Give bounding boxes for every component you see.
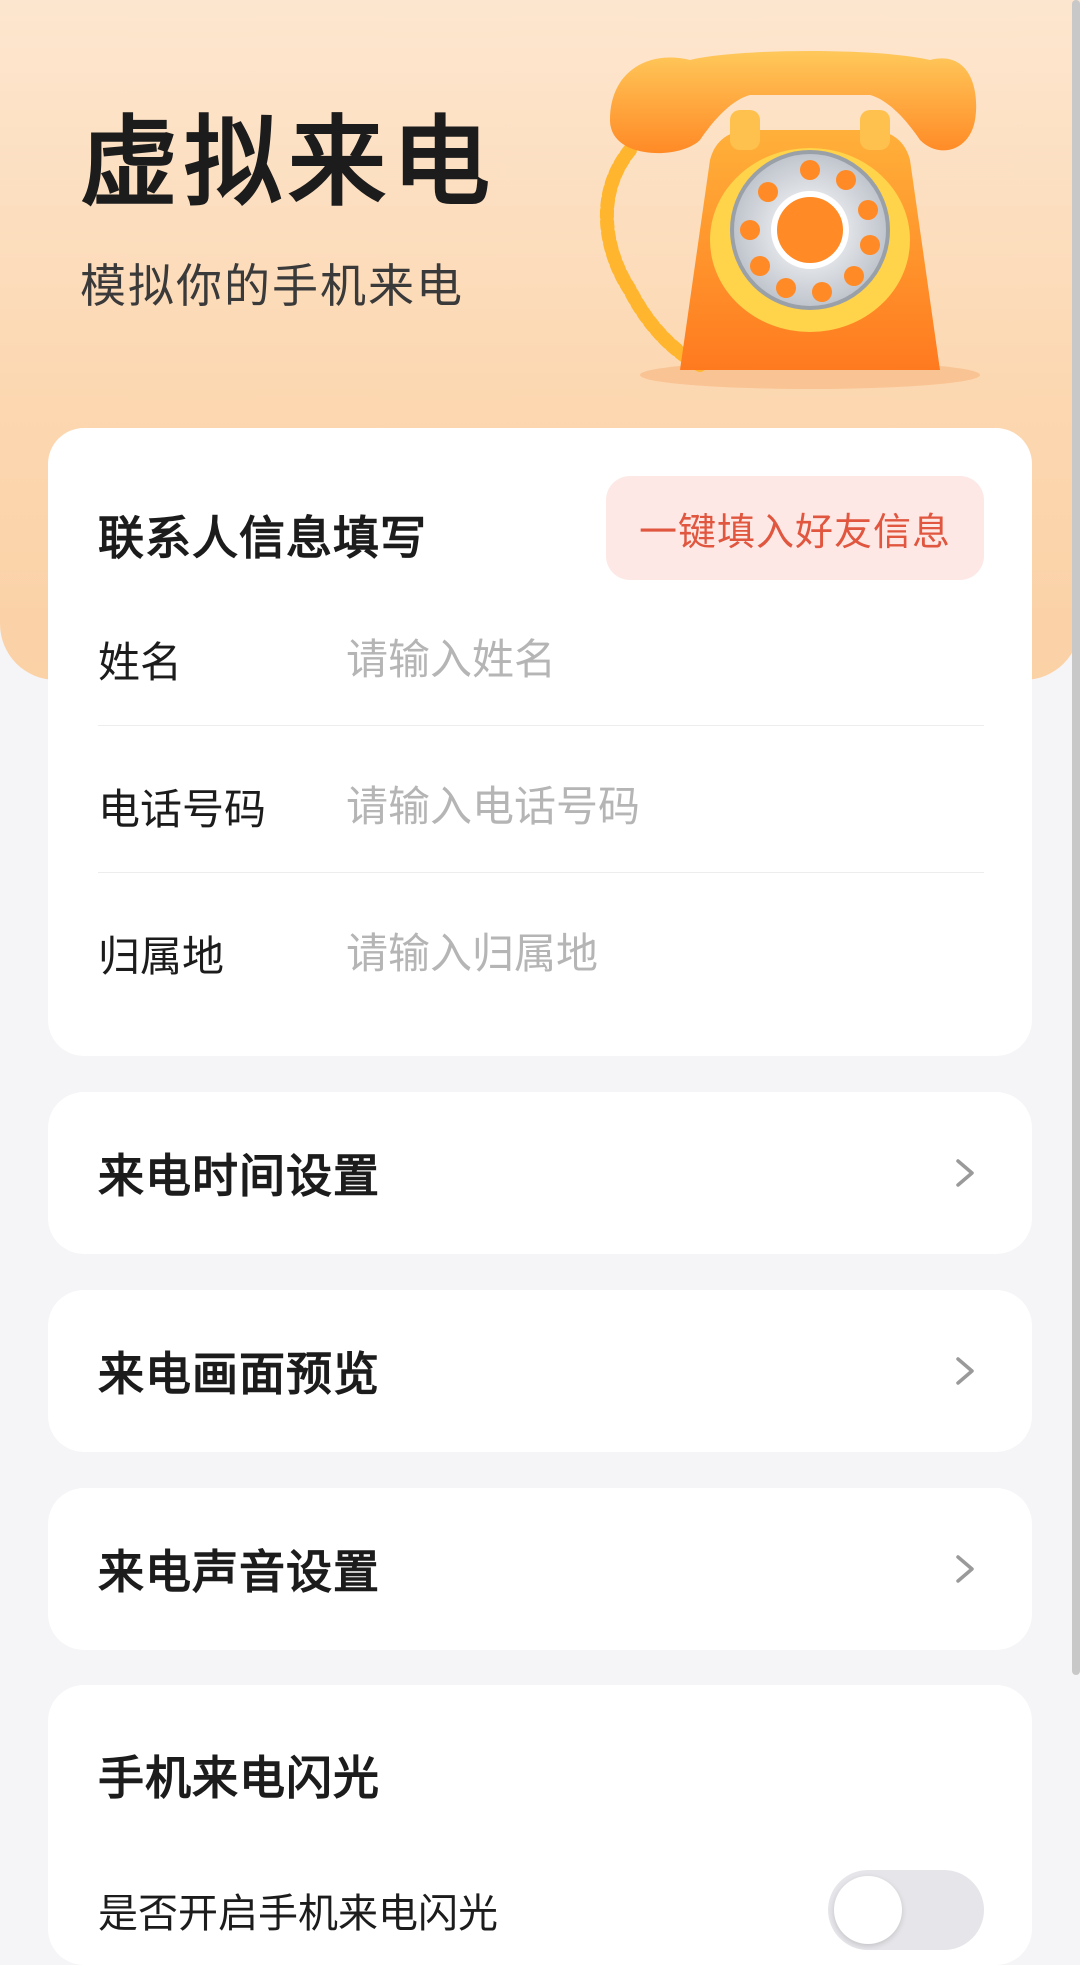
chevron-right-icon xyxy=(956,1159,974,1187)
call-screen-preview[interactable]: 来电画面预览 xyxy=(48,1290,1032,1452)
phone-row: 电话号码 xyxy=(98,733,984,879)
page-title: 虚拟来电 xyxy=(80,106,497,220)
call-time-settings[interactable]: 来电时间设置 xyxy=(48,1092,1032,1254)
phone-input[interactable] xyxy=(346,781,984,831)
call-flash-label: 是否开启手机来电闪光 xyxy=(98,1891,498,1937)
location-row: 归属地 xyxy=(98,880,984,1026)
fill-friend-info-button[interactable]: 一键填入好友信息 xyxy=(606,476,984,580)
location-label: 归属地 xyxy=(98,931,225,981)
name-label: 姓名 xyxy=(98,637,183,687)
contact-info-title: 联系人信息填写 xyxy=(98,511,427,565)
chevron-right-icon xyxy=(956,1357,974,1385)
phone-label: 电话号码 xyxy=(98,784,267,834)
divider xyxy=(98,872,984,873)
toggle-knob xyxy=(834,1876,902,1944)
call-flash-row: 是否开启手机来电闪光 xyxy=(98,1870,984,1950)
call-flash-toggle[interactable] xyxy=(828,1870,984,1950)
divider xyxy=(98,725,984,726)
call-sound-settings-label: 来电声音设置 xyxy=(98,1545,380,1599)
telephone-icon xyxy=(600,51,980,389)
call-time-settings-label: 来电时间设置 xyxy=(98,1149,380,1203)
call-flash-title: 手机来电闪光 xyxy=(98,1751,380,1805)
name-input[interactable] xyxy=(346,634,984,684)
call-sound-settings[interactable]: 来电声音设置 xyxy=(48,1488,1032,1650)
call-screen-preview-label: 来电画面预览 xyxy=(98,1347,380,1401)
location-input[interactable] xyxy=(346,928,984,978)
page-subtitle: 模拟你的手机来电 xyxy=(80,259,464,313)
name-row: 姓名 xyxy=(98,586,984,732)
scrollbar[interactable] xyxy=(1072,0,1080,1675)
chevron-right-icon xyxy=(956,1555,974,1583)
